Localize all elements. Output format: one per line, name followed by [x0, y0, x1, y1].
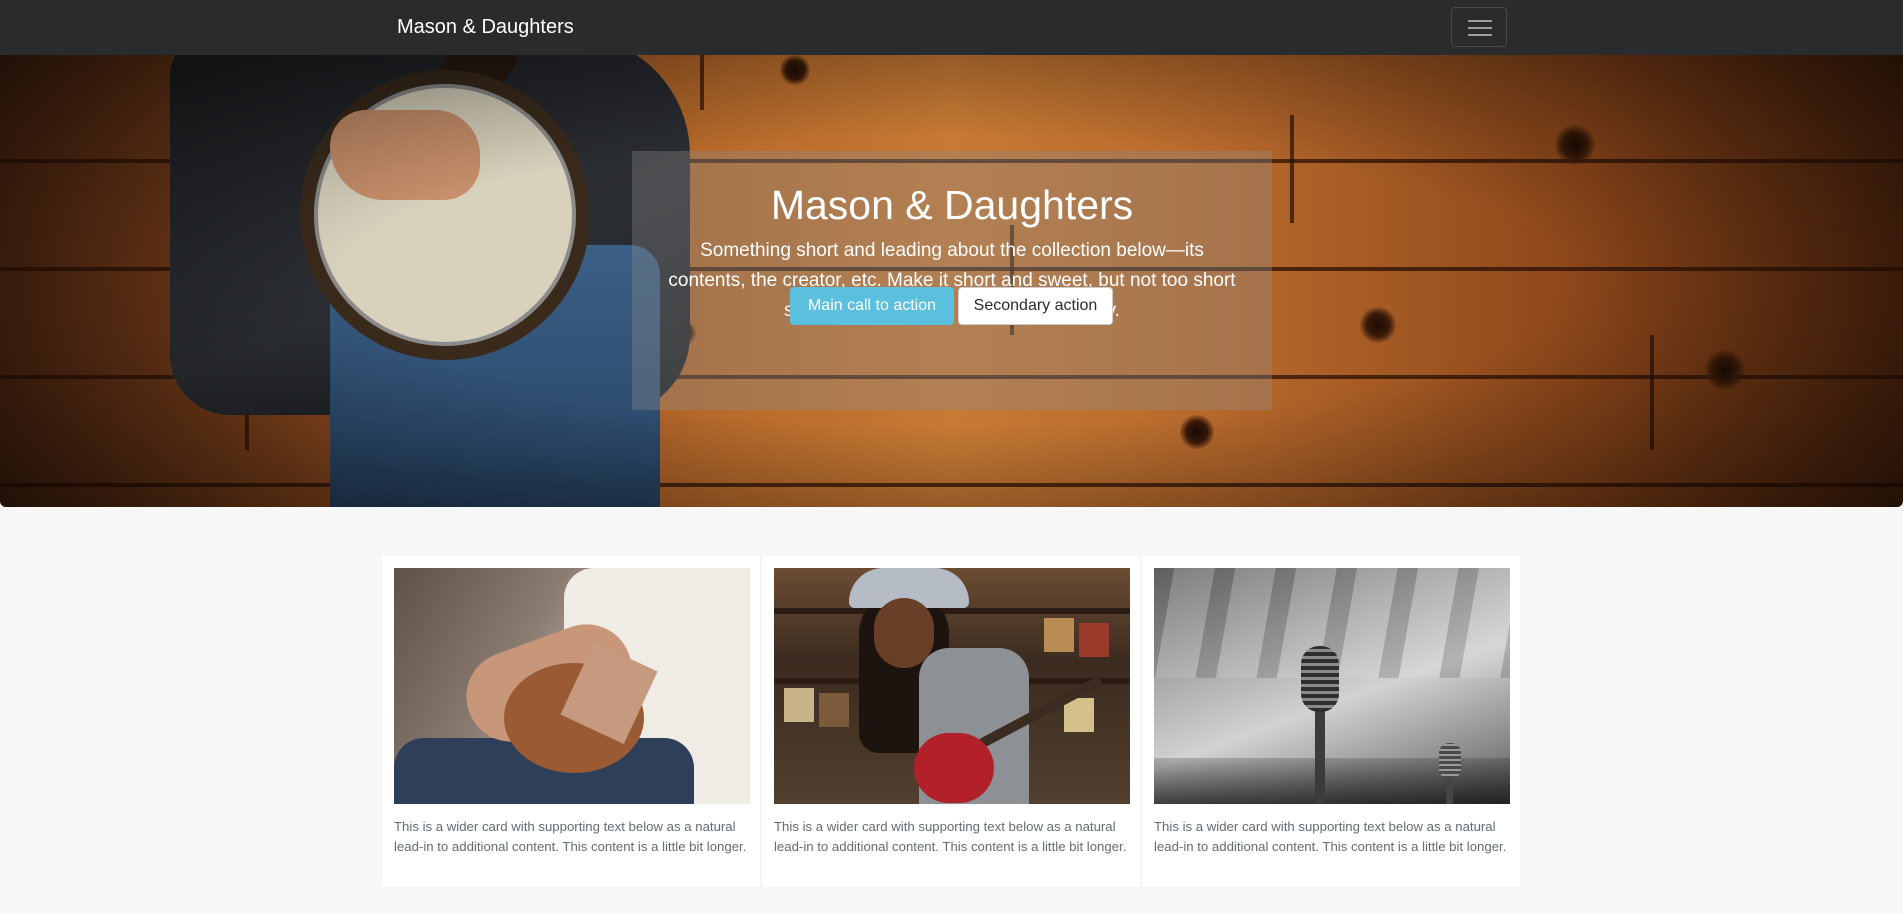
- navbar: Mason & Daughters: [0, 0, 1903, 55]
- card-text: This is a wider card with supporting tex…: [774, 819, 1127, 854]
- card-text: This is a wider card with supporting tex…: [394, 819, 747, 854]
- card: This is a wider card with supporting tex…: [1141, 555, 1521, 888]
- card-text: This is a wider card with supporting tex…: [1154, 819, 1507, 854]
- card: This is a wider card with supporting tex…: [761, 555, 1141, 888]
- hero-title: Mason & Daughters: [770, 182, 1134, 228]
- hero-jumbotron: Mason & Daughters Something short and le…: [0, 55, 1903, 507]
- card-image-woman-guitar: [774, 568, 1130, 804]
- card-group: This is a wider card with supporting tex…: [381, 555, 1521, 888]
- navbar-toggler-button[interactable]: [1451, 7, 1507, 47]
- navbar-brand[interactable]: Mason & Daughters: [397, 14, 574, 40]
- main-call-to-action-button[interactable]: Main call to action: [790, 287, 954, 325]
- card-image-guitarist: [394, 568, 750, 804]
- secondary-action-button[interactable]: Secondary action: [958, 287, 1113, 325]
- card: This is a wider card with supporting tex…: [381, 555, 761, 888]
- card-image-microphone: [1154, 568, 1510, 804]
- hero-caption-panel: Mason & Daughters Something short and le…: [632, 151, 1272, 410]
